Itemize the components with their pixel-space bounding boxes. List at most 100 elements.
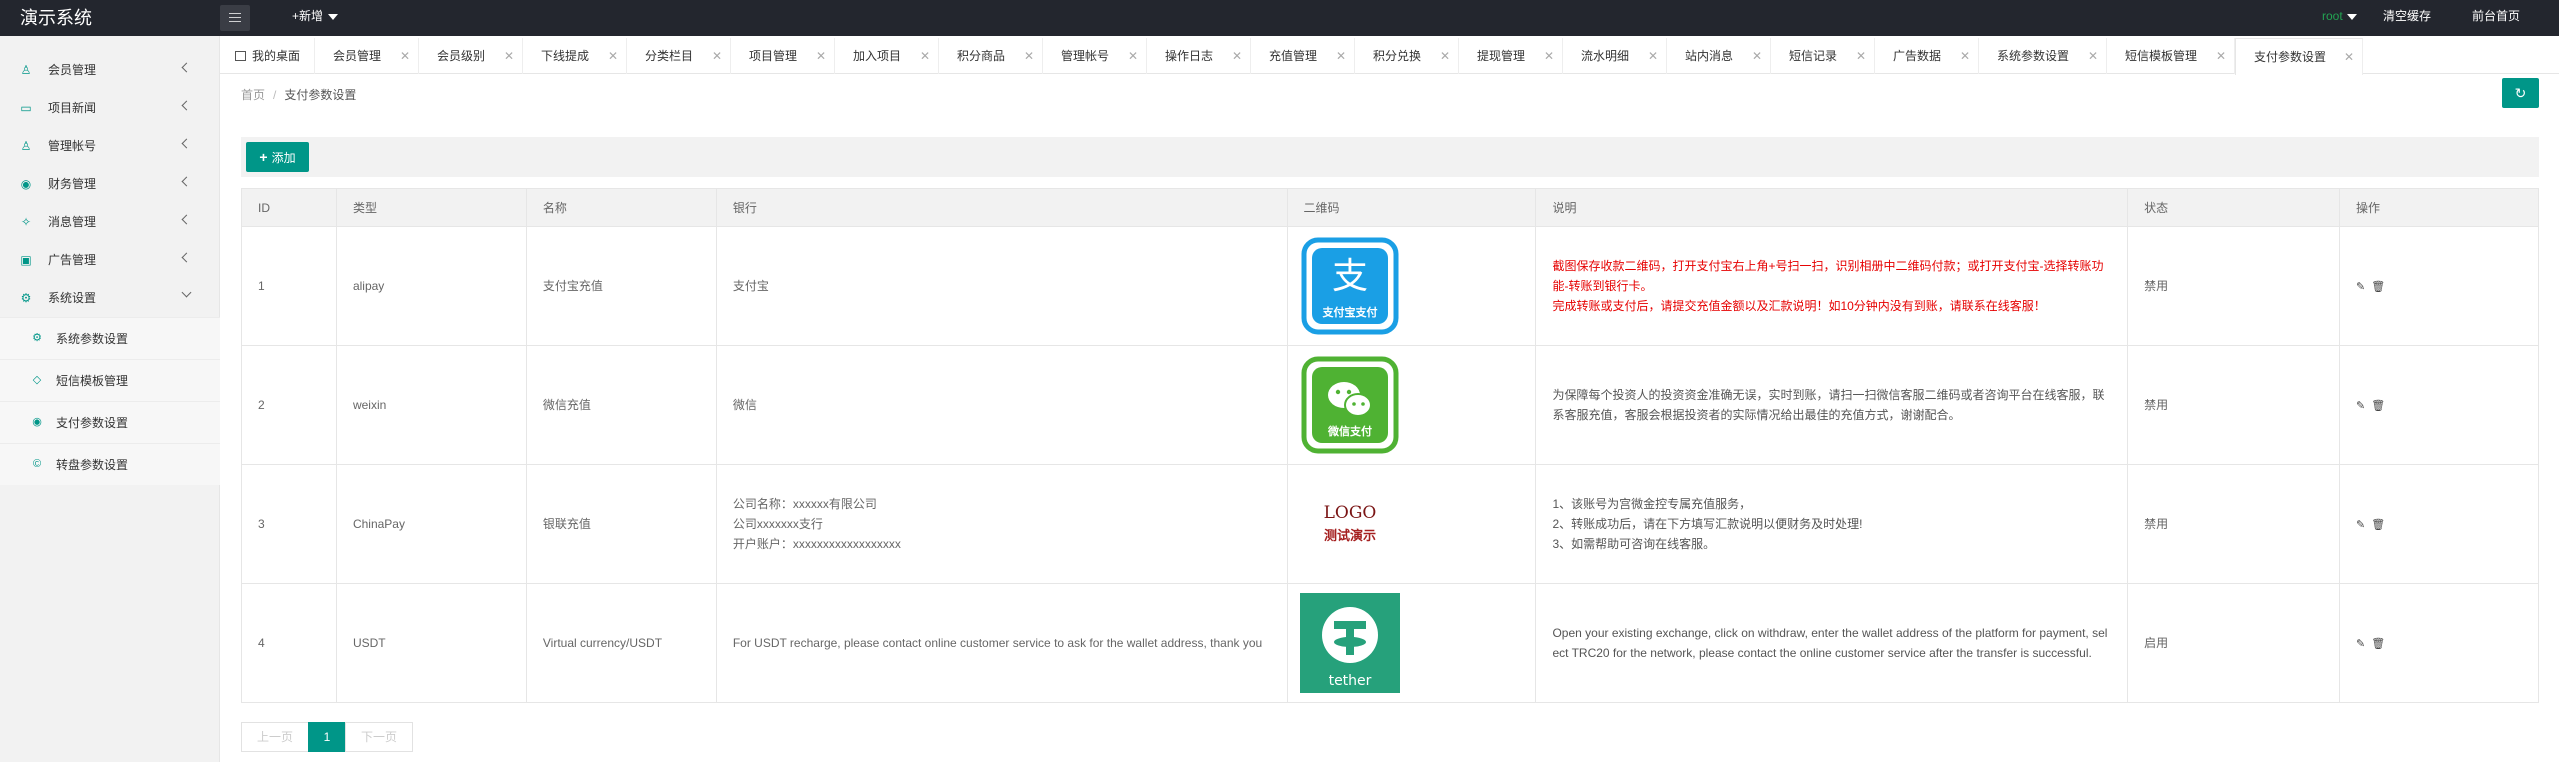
logo-placeholder-image[interactable]: LOGO 测试演示 [1299, 474, 1400, 574]
alipay-qr-image[interactable]: 支 支付宝支付 [1299, 236, 1400, 336]
trash-icon[interactable]: 🗑 [2371, 519, 2385, 531]
trash-icon[interactable]: 🗑 [2371, 638, 2385, 650]
tab-members[interactable]: 会员管理 ✕ [315, 38, 419, 74]
tab-payment-params[interactable]: 支付参数设置 ✕ [2235, 38, 2363, 75]
trash-icon[interactable]: 🗑 [2371, 400, 2385, 412]
page-1-button[interactable]: 1 [308, 722, 346, 752]
user-menu[interactable]: root [2322, 0, 2357, 36]
tab-label: 积分兑换 [1373, 49, 1422, 63]
close-icon[interactable]: ✕ [1856, 38, 1866, 74]
tab-site-messages[interactable]: 站内消息 ✕ [1667, 38, 1771, 74]
close-icon[interactable]: ✕ [1960, 38, 1970, 74]
tab-label: 下线提成 [541, 49, 590, 63]
bank-line: For USDT recharge, please contact online… [732, 636, 1263, 650]
tether-qr-image[interactable]: tether [1299, 593, 1400, 693]
tab-ad-data[interactable]: 广告数据 ✕ [1875, 38, 1979, 74]
sidebar-item-label: 会员管理 [48, 63, 97, 77]
sidebar-item-label: 消息管理 [48, 215, 97, 229]
menu-toggle-button[interactable] [220, 5, 250, 31]
add-new-menu[interactable]: +新增 [292, 0, 339, 36]
close-icon[interactable]: ✕ [1232, 38, 1242, 74]
close-icon[interactable]: ✕ [1440, 38, 1450, 74]
tab-join-project[interactable]: 加入项目 ✕ [835, 38, 939, 74]
front-page-link[interactable]: 前台首页 [2472, 0, 2520, 36]
plus-icon: + [259, 149, 268, 165]
tab-label: 管理帐号 [1061, 49, 1110, 63]
close-icon[interactable]: ✕ [1024, 38, 1034, 74]
cell-status[interactable]: 启用 [2127, 583, 2341, 703]
edit-icon[interactable]: ✎ [2356, 281, 2365, 293]
tab-sms-templates[interactable]: 短信模板管理 ✕ [2107, 38, 2235, 74]
cell-description: 1、该账号为宫微金控专属充值服务， 2、转账成功后，请在下方填写汇款说明以便财务… [1535, 464, 2129, 584]
close-icon[interactable]: ✕ [504, 38, 514, 74]
desc-line: Open your existing exchange, click on wi… [1552, 626, 2108, 640]
tab-sms-records[interactable]: 短信记录 ✕ [1771, 38, 1875, 74]
close-icon[interactable]: ✕ [2344, 39, 2354, 75]
tab-operation-log[interactable]: 操作日志 ✕ [1147, 38, 1251, 74]
cell-status[interactable]: 禁用 [2127, 345, 2341, 465]
tab-transactions[interactable]: 流水明细 ✕ [1563, 38, 1667, 74]
col-header-qrcode: 二维码 [1286, 188, 1537, 227]
sidebar-item-ads[interactable]: ▣ 广告管理 [0, 241, 220, 279]
edit-icon[interactable]: ✎ [2356, 400, 2365, 412]
sidebar-item-messages[interactable]: ✧ 消息管理 [0, 203, 220, 241]
cell-status[interactable]: 禁用 [2127, 226, 2341, 346]
sidebar-subitem-system-params[interactable]: ⚙ 系统参数设置 [0, 317, 220, 359]
bank-line: 微信 [732, 398, 757, 412]
close-icon[interactable]: ✕ [712, 38, 722, 74]
tab-label: 项目管理 [749, 49, 798, 63]
edit-icon[interactable]: ✎ [2356, 519, 2365, 531]
table-row: 4 USDT Virtual currency/USDT For USDT re… [241, 583, 2539, 703]
wechat-qr-image[interactable]: 微信支付 [1299, 355, 1400, 455]
add-button[interactable]: + 添加 [246, 142, 309, 172]
tab-points-goods[interactable]: 积分商品 ✕ [939, 38, 1043, 74]
sidebar-item-finance[interactable]: ◉ 财务管理 [0, 165, 220, 203]
prev-page-button[interactable]: 上一页 [241, 722, 309, 752]
breadcrumb-home[interactable]: 首页 [241, 88, 265, 102]
tab-points-exchange[interactable]: 积分兑换 ✕ [1355, 38, 1459, 74]
close-icon[interactable]: ✕ [1128, 38, 1138, 74]
close-icon[interactable]: ✕ [2088, 38, 2098, 74]
close-icon[interactable]: ✕ [1648, 38, 1658, 74]
tab-admin-accounts[interactable]: 管理帐号 ✕ [1043, 38, 1147, 74]
logo-subtext: 测试演示 [1324, 528, 1376, 544]
tab-desktop[interactable]: 我的桌面 [220, 38, 315, 74]
sidebar-item-admins[interactable]: ♙ 管理帐号 [0, 127, 220, 165]
close-icon[interactable]: ✕ [1336, 38, 1346, 74]
sidebar-item-news[interactable]: ▭ 项目新闻 [0, 89, 220, 127]
close-icon[interactable]: ✕ [1752, 38, 1762, 74]
cell-status[interactable]: 禁用 [2127, 464, 2341, 584]
refresh-button[interactable]: ↻ [2502, 78, 2539, 108]
desc-line: ect TRC20 for the network, please contac… [1552, 646, 2092, 660]
close-icon[interactable]: ✕ [816, 38, 826, 74]
hamburger-icon-line [229, 17, 241, 18]
clear-cache-link[interactable]: 清空缓存 [2383, 0, 2431, 36]
trash-icon[interactable]: 🗑 [2371, 281, 2385, 293]
cell-bank: For USDT recharge, please contact online… [715, 583, 1288, 703]
close-icon[interactable]: ✕ [608, 38, 618, 74]
close-icon[interactable]: ✕ [2216, 38, 2226, 74]
tab-projects[interactable]: 项目管理 ✕ [731, 38, 835, 74]
coin-icon: © [32, 458, 42, 470]
chevron-left-icon [181, 62, 192, 73]
edit-icon[interactable]: ✎ [2356, 638, 2365, 650]
close-icon[interactable]: ✕ [1544, 38, 1554, 74]
desc-line: 系客服充值，客服会根据投资者的实际情况给出最佳的充值方式，谢谢配合。 [1552, 408, 1961, 422]
tab-categories[interactable]: 分类栏目 ✕ [627, 38, 731, 74]
close-icon[interactable]: ✕ [400, 38, 410, 74]
tab-recharge[interactable]: 充值管理 ✕ [1251, 38, 1355, 74]
chevron-left-icon [181, 252, 192, 263]
sidebar-subitem-wheel-params[interactable]: © 转盘参数设置 [0, 443, 220, 485]
sidebar-item-members[interactable]: ♙ 会员管理 [0, 51, 220, 89]
next-page-button[interactable]: 下一页 [345, 722, 413, 752]
sidebar-subitem-payment-params[interactable]: ◉ 支付参数设置 [0, 401, 220, 443]
add-new-label: +新增 [292, 9, 324, 23]
tab-system-params[interactable]: 系统参数设置 ✕ [1979, 38, 2107, 74]
tab-withdrawals[interactable]: 提现管理 ✕ [1459, 38, 1563, 74]
close-icon[interactable]: ✕ [920, 38, 930, 74]
cell-type: ChinaPay [335, 464, 527, 584]
tab-commission[interactable]: 下线提成 ✕ [523, 38, 627, 74]
sidebar-item-settings[interactable]: ⚙ 系统设置 [0, 279, 220, 317]
sidebar-subitem-sms-templates[interactable]: ◇ 短信模板管理 [0, 359, 220, 401]
tab-member-levels[interactable]: 会员级别 ✕ [419, 38, 523, 74]
